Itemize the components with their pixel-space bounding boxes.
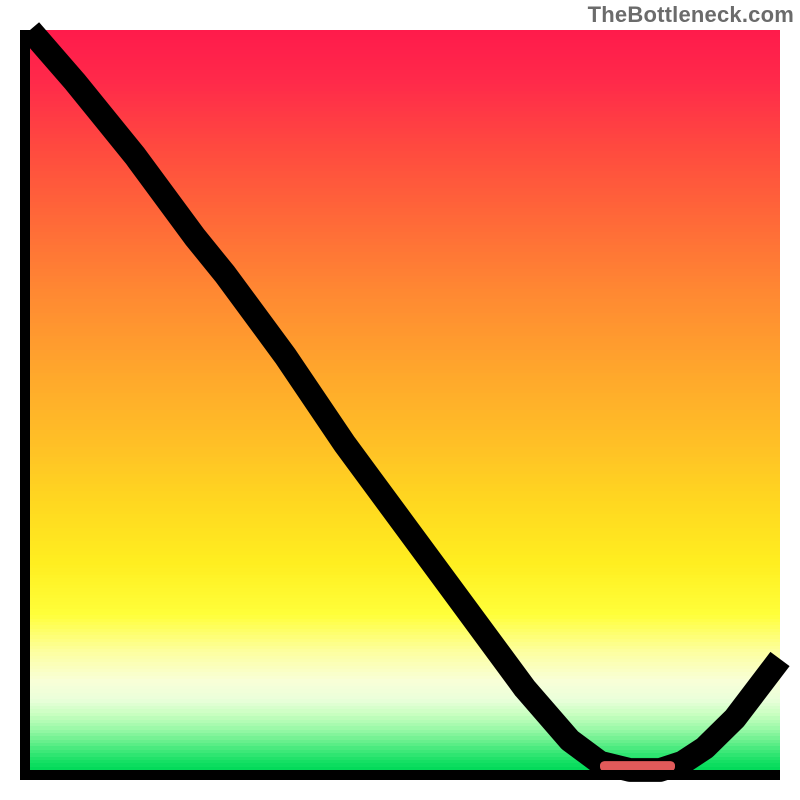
- optimal-range-marker: [600, 761, 675, 771]
- chart-stage: TheBottleneck.com: [0, 0, 800, 800]
- marker-layer: [30, 30, 780, 770]
- watermark-text: TheBottleneck.com: [588, 2, 794, 28]
- plot-frame: [20, 30, 780, 780]
